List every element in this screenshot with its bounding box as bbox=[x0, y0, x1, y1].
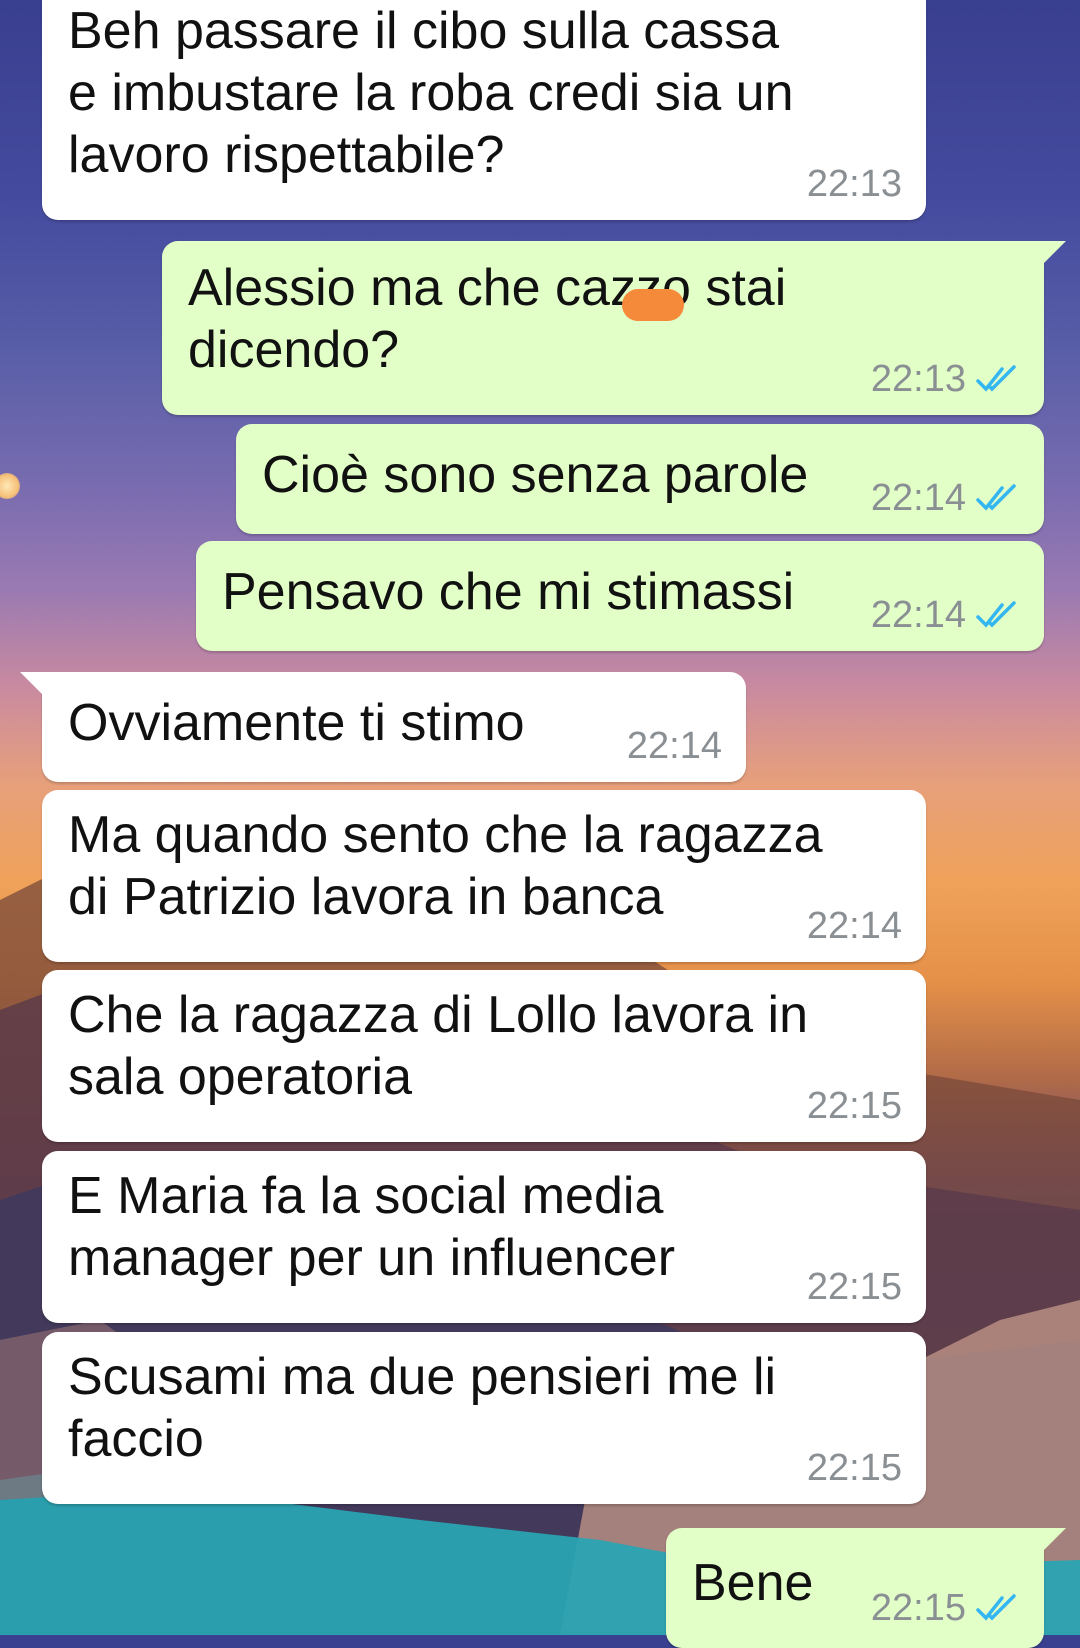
message-timestamp: 22:15 bbox=[870, 1587, 966, 1629]
sun-dot bbox=[0, 473, 20, 499]
message-meta: 22:15 bbox=[871, 1588, 1020, 1628]
message-text: Cioè sono senza parole bbox=[262, 446, 809, 504]
message-meta: 22:14 bbox=[807, 906, 902, 946]
message-timestamp: 22:15 bbox=[806, 1266, 902, 1308]
message-timestamp: 22:15 bbox=[806, 1447, 902, 1489]
message-bubble-outgoing[interactable]: Cioè sono senza parole 22:14 bbox=[236, 424, 1044, 534]
bubble-tail bbox=[1038, 1528, 1066, 1556]
message-timestamp: 22:14 bbox=[806, 905, 902, 947]
message-text: Pensavo che mi stimassi bbox=[222, 563, 795, 621]
message-text: Bene bbox=[692, 1554, 814, 1612]
double-check-icon bbox=[976, 601, 1020, 629]
double-check-icon bbox=[976, 484, 1020, 512]
message-text: Beh passare il cibo sulla cassa e imbust… bbox=[68, 2, 794, 184]
message-text: Che la ragazza di Lollo lavora in sala o… bbox=[68, 986, 808, 1106]
message-meta: 22:15 bbox=[807, 1267, 902, 1307]
message-meta: 22:15 bbox=[807, 1448, 902, 1488]
message-bubble-outgoing[interactable]: Alessio ma che cazzo stai dicendo? 22:13 bbox=[162, 241, 1066, 415]
bubble-tail bbox=[1038, 241, 1066, 269]
message-text: Alessio ma che cazzo stai dicendo? bbox=[188, 259, 787, 379]
message-bubble-outgoing[interactable]: Pensavo che mi stimassi 22:14 bbox=[196, 541, 1044, 651]
message-meta: 22:14 bbox=[871, 478, 1020, 518]
censor-mark bbox=[622, 289, 684, 321]
message-timestamp: 22:14 bbox=[870, 477, 966, 519]
message-text: Scusami ma due pensieri me li faccio bbox=[68, 1348, 777, 1468]
bubble-tail bbox=[20, 672, 48, 700]
message-text: E Maria fa la social media manager per u… bbox=[68, 1167, 676, 1287]
message-meta: 22:15 bbox=[807, 1086, 902, 1126]
message-bubble-outgoing[interactable]: Bene 22:15 bbox=[666, 1528, 1066, 1648]
double-check-icon bbox=[976, 365, 1020, 393]
message-meta: 22:13 bbox=[871, 359, 1020, 399]
message-timestamp: 22:15 bbox=[806, 1085, 902, 1127]
message-timestamp: 22:14 bbox=[870, 594, 966, 636]
message-timestamp: 22:14 bbox=[626, 725, 722, 767]
message-bubble-incoming[interactable]: E Maria fa la social media manager per u… bbox=[42, 1151, 926, 1323]
message-bubble-incoming[interactable]: Scusami ma due pensieri me li faccio 22:… bbox=[42, 1332, 926, 1504]
message-meta: 22:14 bbox=[871, 595, 1020, 635]
message-bubble-incoming[interactable]: Ovviamente ti stimo 22:14 bbox=[20, 672, 746, 782]
message-bubble-incoming[interactable]: Beh passare il cibo sulla cassa e imbust… bbox=[42, 0, 926, 220]
message-bubble-incoming[interactable]: Ma quando sento che la ragazza di Patriz… bbox=[42, 790, 926, 962]
message-meta: 22:13 bbox=[807, 164, 902, 204]
message-meta: 22:14 bbox=[627, 726, 722, 766]
message-bubble-incoming[interactable]: Che la ragazza di Lollo lavora in sala o… bbox=[42, 970, 926, 1142]
message-timestamp: 22:13 bbox=[806, 163, 902, 205]
double-check-icon bbox=[976, 1594, 1020, 1622]
message-text: Ovviamente ti stimo bbox=[68, 694, 525, 752]
message-text: Ma quando sento che la ragazza di Patriz… bbox=[68, 806, 823, 926]
message-timestamp: 22:13 bbox=[870, 358, 966, 400]
